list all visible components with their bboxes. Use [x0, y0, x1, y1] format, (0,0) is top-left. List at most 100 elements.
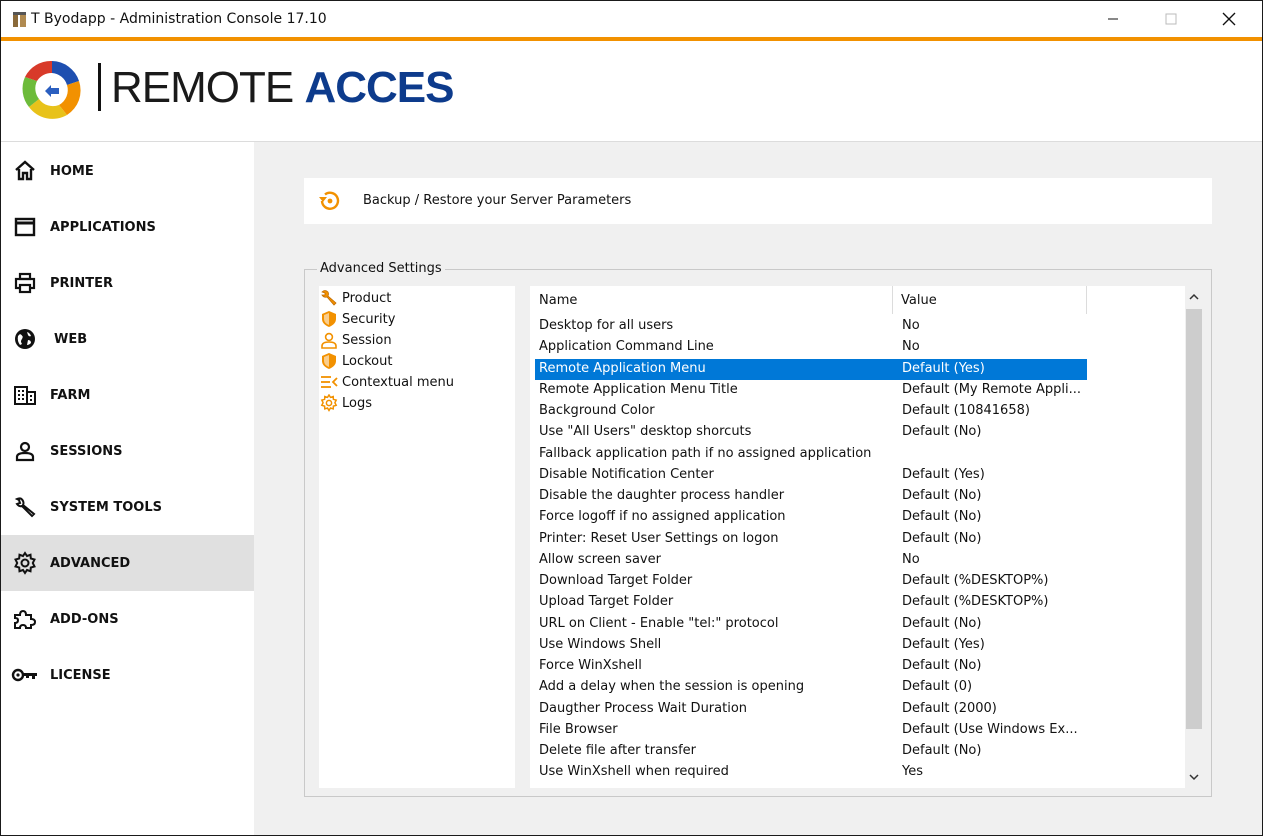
table-row[interactable]: Remote Application Menu Title Default (My…	[535, 380, 1087, 401]
table-row[interactable]: Force logoff if no assigned application D…	[535, 507, 1087, 528]
tree-item-contextual-menu[interactable]: Contextual menu	[319, 372, 454, 392]
setting-value: No	[902, 551, 920, 567]
setting-value: Default (No)	[902, 424, 982, 440]
gear-icon	[11, 549, 39, 577]
nav-applications[interactable]: APPLICATIONS	[1, 199, 254, 255]
table-row[interactable]: Background Color Default (10841658)	[535, 401, 1087, 422]
nav-farm[interactable]: FARM	[1, 367, 254, 423]
scroll-up-button[interactable]	[1185, 288, 1203, 306]
backup-restore-button[interactable]: Backup / Restore your Server Parameters	[304, 178, 1212, 224]
setting-value: Default (%DESKTOP%)	[902, 573, 1049, 588]
nav-advanced[interactable]: ADVANCED	[1, 535, 254, 591]
backup-label: Backup / Restore your Server Parameters	[363, 193, 632, 208]
table-row[interactable]: Application Command Line No	[535, 337, 1087, 358]
table-row[interactable]: URL on Client - Enable "tel:" protocol De…	[535, 614, 1087, 635]
user-icon	[11, 437, 39, 465]
minimize-button[interactable]	[1084, 1, 1142, 37]
column-divider[interactable]	[892, 286, 893, 314]
building-icon	[11, 381, 39, 409]
tree-item-label: Session	[342, 332, 392, 348]
nav-add-ons[interactable]: ADD-ONS	[1, 591, 254, 647]
nav-label: ADD-ONS	[50, 611, 119, 627]
table-row[interactable]: File Browser Default (Use Windows Ex...	[535, 720, 1087, 741]
scroll-down-button[interactable]	[1185, 768, 1203, 786]
setting-value: Default (Yes)	[902, 636, 985, 652]
nav-label: FARM	[50, 387, 91, 403]
column-header-value[interactable]: Value	[901, 286, 937, 314]
table-row[interactable]: Desktop for all users No	[535, 316, 1087, 337]
table-row[interactable]: Printer: Reset User Settings on logon Def…	[535, 529, 1087, 550]
table-row[interactable]: Allow screen saver No	[535, 550, 1087, 571]
tree-item-security[interactable]: Security	[319, 309, 395, 329]
nav-label: SESSIONS	[50, 443, 123, 459]
vertical-scrollbar[interactable]	[1185, 286, 1203, 788]
brand-text-blue: ACCES	[304, 63, 454, 112]
nav-sessions[interactable]: SESSIONS	[1, 423, 254, 479]
close-button[interactable]	[1200, 1, 1258, 37]
tree-item-label: Lockout	[342, 353, 393, 369]
setting-name: Use "All Users" desktop shorcuts	[539, 424, 752, 440]
column-divider[interactable]	[1086, 286, 1087, 314]
setting-value: Yes	[902, 764, 923, 780]
globe-icon	[11, 325, 39, 353]
chevron-down-icon	[1189, 774, 1199, 781]
close-icon	[1222, 12, 1236, 26]
window-title: T Byodapp - Administration Console 17.10	[31, 11, 327, 27]
table-row[interactable]: Upload Target Folder Default (%DESKTOP%)	[535, 592, 1087, 613]
setting-name: Desktop for all users	[539, 318, 674, 333]
table-row[interactable]: Fallback application path if no assigned…	[535, 444, 1087, 465]
setting-name: Application Command Line	[539, 339, 714, 355]
brand-logo-text: REMOTE ACCES	[111, 63, 454, 113]
home-icon	[11, 157, 39, 185]
setting-value: Default (No)	[902, 488, 982, 503]
group-title: Advanced Settings	[317, 261, 445, 276]
tree-item-product[interactable]: Product	[319, 288, 391, 308]
nav-home[interactable]: HOME	[1, 143, 254, 199]
setting-value: Default (No)	[902, 509, 982, 525]
setting-name: Disable the daughter process handler	[539, 488, 785, 503]
table-row[interactable]: Use "All Users" desktop shorcuts Default …	[535, 422, 1087, 443]
wrench-icon	[11, 493, 39, 521]
setting-name: Use WinXshell when required	[539, 764, 729, 780]
table-row[interactable]: Daugther Process Wait Duration Default (2…	[535, 699, 1087, 720]
nav-system-tools[interactable]: SYSTEM TOOLS	[1, 479, 254, 535]
table-row[interactable]: Add a delay when the session is opening D…	[535, 677, 1087, 698]
shield-icon	[319, 309, 339, 329]
nav-web[interactable]: WEB	[1, 311, 254, 367]
maximize-button[interactable]	[1142, 1, 1200, 37]
tree-item-lockout[interactable]: Lockout	[319, 351, 392, 371]
tree-item-label: Contextual menu	[342, 374, 455, 390]
nav-label: PRINTER	[50, 275, 114, 291]
window-icon	[11, 213, 39, 241]
shield-icon	[319, 351, 339, 371]
tree-item-label: Product	[342, 290, 392, 306]
setting-name: Add a delay when the session is opening	[539, 679, 805, 695]
table-row[interactable]: Download Target Folder Default (%DESKTOP%…	[535, 571, 1087, 592]
title-bar: T Byodapp - Administration Console 17.10	[1, 1, 1262, 37]
printer-icon	[11, 269, 39, 297]
nav-printer[interactable]: PRINTER	[1, 255, 254, 311]
table-row[interactable]: Disable the daughter process handler Defa…	[535, 486, 1087, 507]
setting-value: No	[902, 318, 920, 333]
setting-value: Default (10841658)	[902, 403, 1030, 418]
nav-label: ADVANCED	[50, 555, 131, 571]
scroll-thumb[interactable]	[1186, 309, 1202, 729]
tree-item-session[interactable]: Session	[319, 330, 392, 350]
column-header-name[interactable]: Name	[539, 286, 577, 314]
tree-item-label: Security	[342, 311, 396, 327]
app-window: T Byodapp - Administration Console 17.10…	[0, 0, 1263, 836]
setting-value: Default (No)	[902, 743, 982, 758]
table-row[interactable]: Remote Application Menu Default (Yes)	[535, 358, 1087, 380]
tree-item-logs[interactable]: Logs	[319, 393, 372, 413]
setting-value: Default (Use Windows Ex...	[902, 721, 1078, 737]
table-row[interactable]: Force WinXshell Default (No)	[535, 656, 1087, 677]
wrench-icon	[319, 288, 339, 308]
setting-name: Fallback application path if no assigned…	[539, 445, 872, 461]
table-row[interactable]: Disable Notification Center Default (Yes)	[535, 465, 1087, 486]
nav-license[interactable]: LICENSE	[1, 647, 254, 703]
table-row[interactable]: Use WinXshell when required Yes	[535, 762, 1087, 783]
key-icon	[11, 661, 39, 689]
table-row[interactable]: Delete file after transfer Default (No)	[535, 741, 1087, 762]
table-row[interactable]: Use Windows Shell Default (Yes)	[535, 635, 1087, 656]
setting-value: No	[902, 339, 920, 355]
